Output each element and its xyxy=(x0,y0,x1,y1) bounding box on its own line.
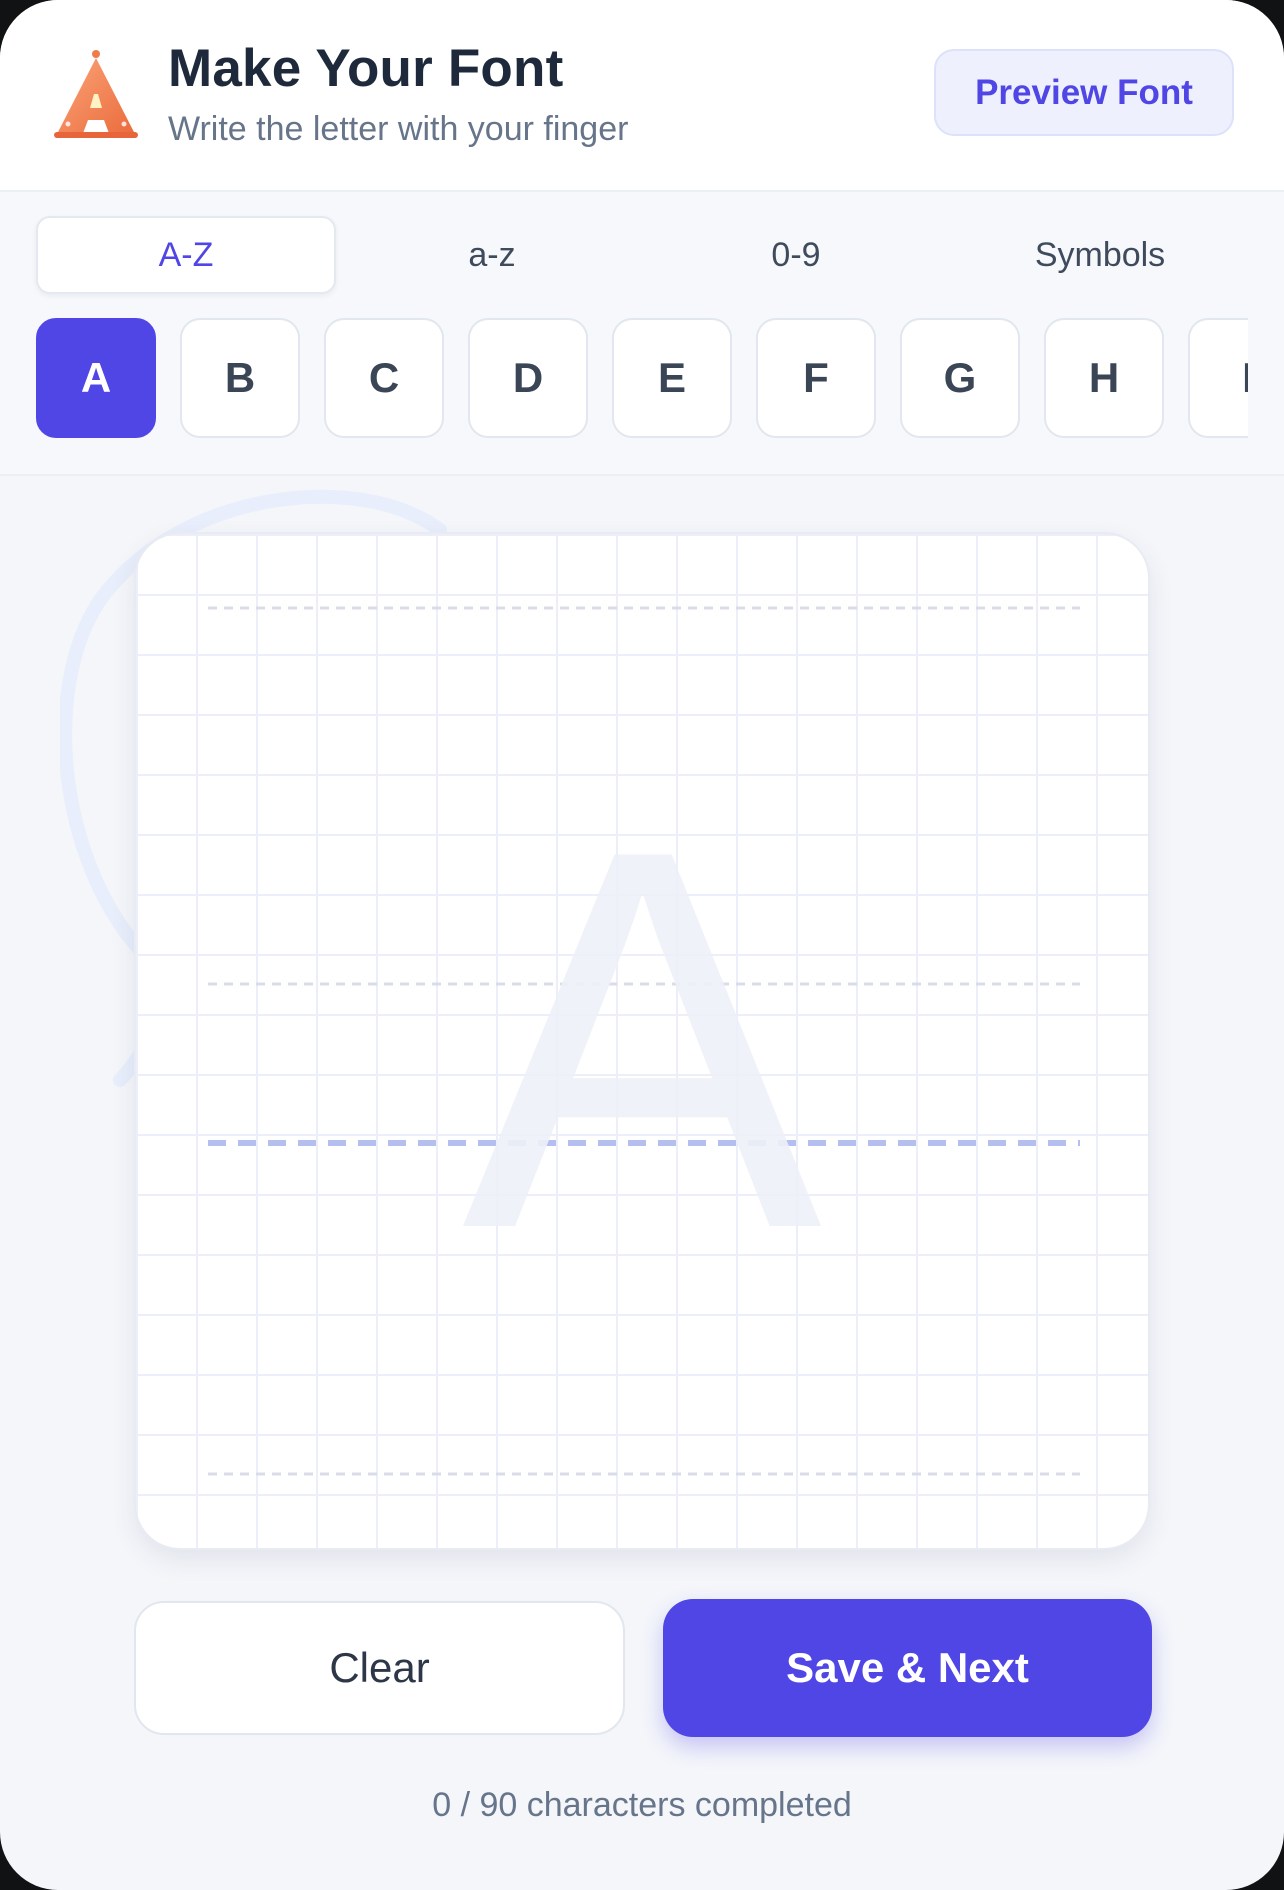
letter-tile-h[interactable]: H xyxy=(1044,318,1164,438)
letter-a-cone-icon xyxy=(54,50,138,138)
letter-tile-e[interactable]: E xyxy=(612,318,732,438)
character-set-tabs: A-Z a-z 0-9 Symbols xyxy=(36,216,1248,294)
letter-tile-g[interactable]: G xyxy=(900,318,1020,438)
letter-tile-b[interactable]: B xyxy=(180,318,300,438)
app-window: Make Your Font Write the letter with you… xyxy=(0,0,1284,1890)
character-navigation: A-Z a-z 0-9 Symbols A B C D E F G H I xyxy=(0,192,1284,476)
letter-strip[interactable]: A B C D E F G H I xyxy=(36,318,1248,442)
tab-digits[interactable]: 0-9 xyxy=(648,216,944,294)
save-next-button[interactable]: Save & Next xyxy=(663,1599,1152,1737)
tab-lowercase[interactable]: a-z xyxy=(344,216,640,294)
tab-uppercase[interactable]: A-Z xyxy=(36,216,336,294)
preview-font-button[interactable]: Preview Font xyxy=(934,49,1234,136)
letter-tile-d[interactable]: D xyxy=(468,318,588,438)
header: Make Your Font Write the letter with you… xyxy=(0,0,1284,192)
letter-tile-c[interactable]: C xyxy=(324,318,444,438)
app-title: Make Your Font xyxy=(168,39,564,98)
guide-letter: A xyxy=(461,738,823,1341)
progress-status: 0 / 90 characters completed xyxy=(432,1786,852,1824)
letter-tile-a[interactable]: A xyxy=(36,318,156,438)
drawing-canvas[interactable]: A xyxy=(134,532,1150,1550)
letter-tile-i[interactable]: I xyxy=(1188,318,1248,438)
clear-button[interactable]: Clear xyxy=(134,1601,625,1735)
tab-symbols[interactable]: Symbols xyxy=(952,216,1248,294)
letter-tile-f[interactable]: F xyxy=(756,318,876,438)
app-subtitle: Write the letter with your finger xyxy=(168,110,629,148)
